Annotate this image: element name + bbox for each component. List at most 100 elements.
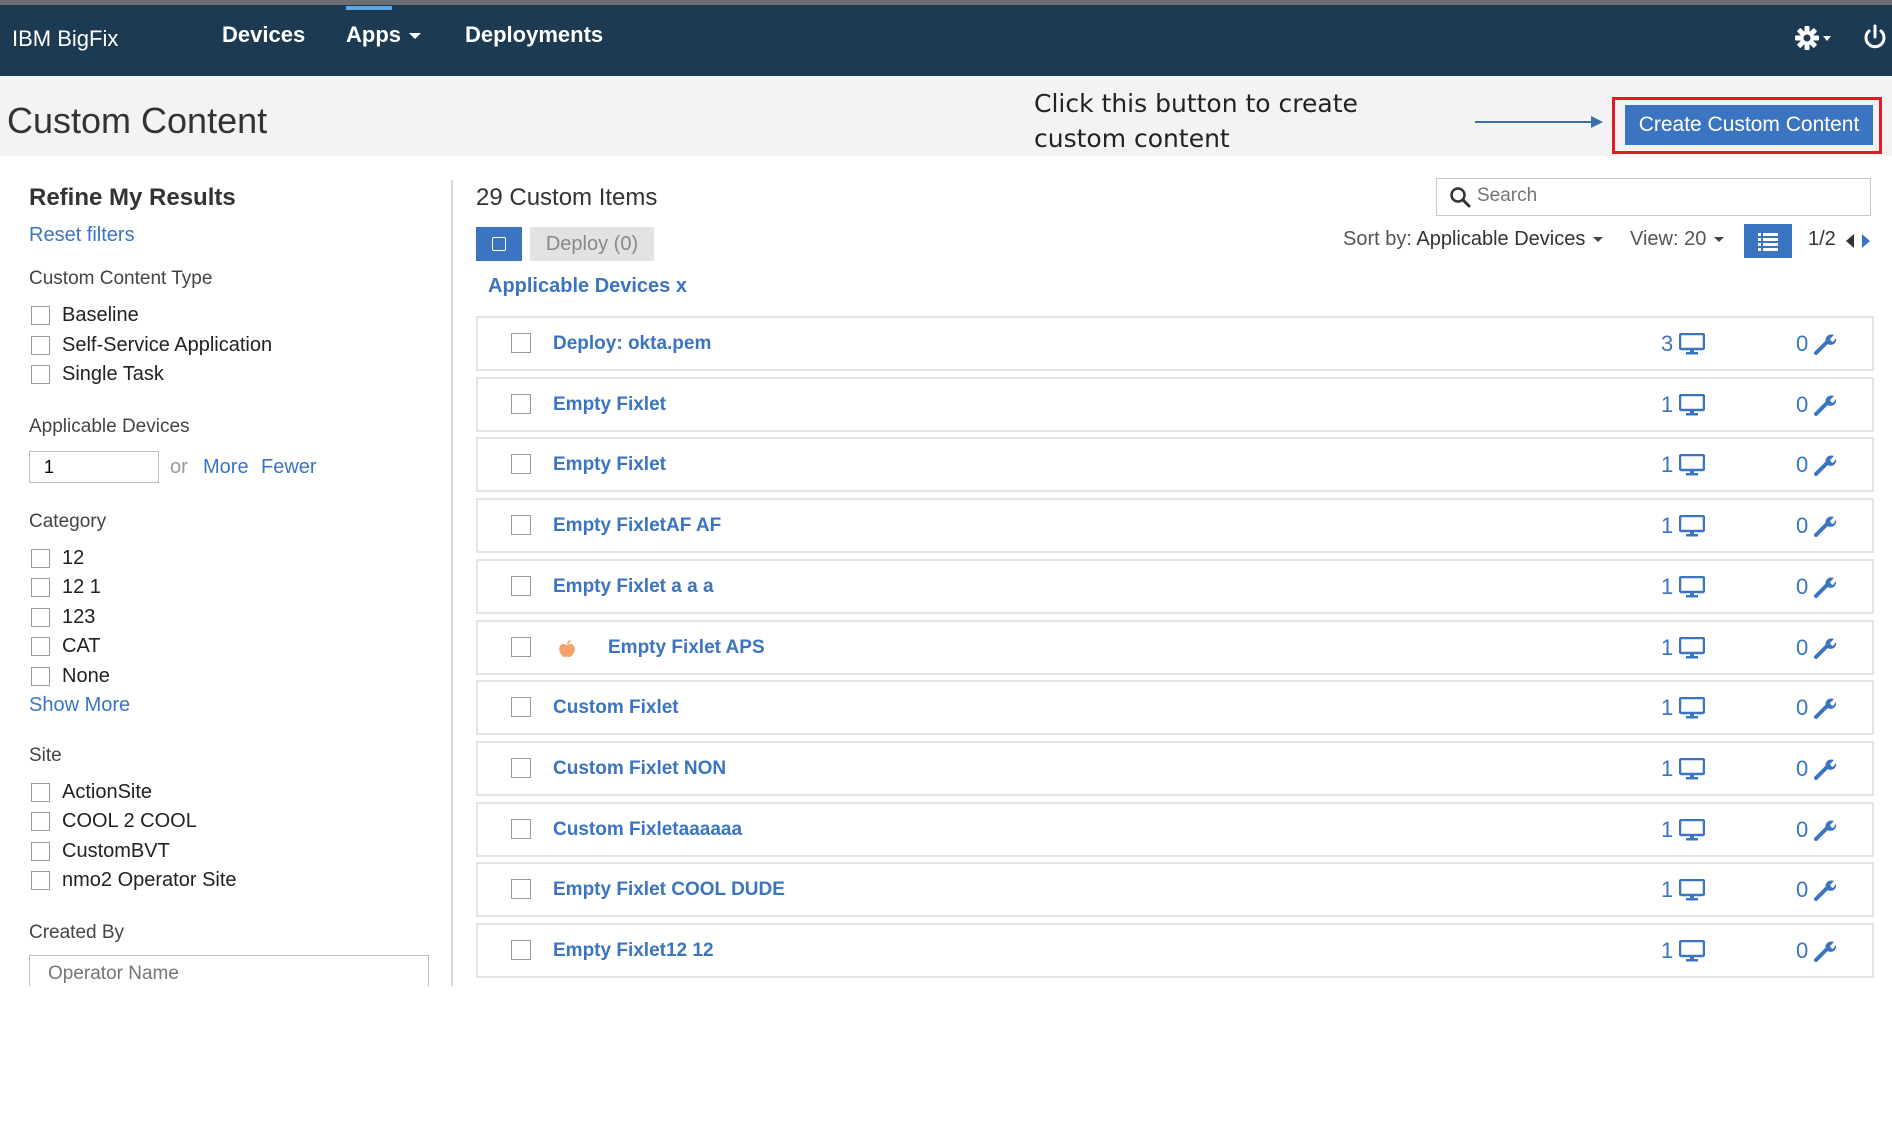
item-name-link[interactable]: Deploy: okta.pem: [553, 333, 711, 355]
checkbox[interactable]: [31, 607, 50, 627]
applicable-devices-count[interactable]: 1: [1661, 817, 1706, 843]
row-checkbox[interactable]: [511, 940, 531, 960]
logout-button[interactable]: [1862, 24, 1888, 57]
filter-option-single-task[interactable]: Single Task: [31, 361, 164, 387]
item-name-link[interactable]: Empty Fixlet COOL DUDE: [553, 879, 785, 901]
checkbox[interactable]: [31, 870, 50, 890]
row-checkbox[interactable]: [511, 697, 531, 718]
table-row[interactable]: Custom Fixletaaaaaa 1 0: [476, 801, 1874, 857]
open-actions-count[interactable]: 0: [1796, 574, 1837, 600]
checkbox[interactable]: [31, 577, 50, 597]
select-all-button[interactable]: [476, 227, 522, 261]
checkbox[interactable]: [31, 782, 50, 802]
checkbox[interactable]: [31, 636, 50, 656]
fewer-link[interactable]: Fewer: [261, 456, 317, 479]
table-row[interactable]: Custom Fixlet 1 0: [476, 680, 1874, 736]
table-row[interactable]: Empty Fixlet APS 1 0: [476, 619, 1874, 675]
applicable-devices-input[interactable]: [29, 451, 159, 483]
checkbox[interactable]: [31, 811, 50, 831]
table-row[interactable]: Empty Fixlet COOL DUDE 1 0: [476, 862, 1874, 918]
actions-count: 0: [1796, 938, 1809, 963]
checkbox[interactable]: [31, 841, 50, 861]
table-row[interactable]: Deploy: okta.pem 3 0: [476, 316, 1874, 371]
filter-option-site-nmo2[interactable]: nmo2 Operator Site: [31, 867, 237, 893]
open-actions-count[interactable]: 0: [1796, 392, 1837, 418]
open-actions-count[interactable]: 0: [1796, 635, 1837, 661]
table-row[interactable]: Empty FixletAF AF 1 0: [476, 498, 1874, 554]
row-checkbox[interactable]: [511, 333, 531, 353]
more-link[interactable]: More: [203, 456, 249, 479]
filter-option-category-none[interactable]: None: [31, 663, 110, 689]
item-name-link[interactable]: Custom Fixletaaaaaa: [553, 819, 742, 841]
item-name-link[interactable]: Empty Fixlet12 12: [553, 940, 714, 962]
row-checkbox[interactable]: [511, 757, 531, 778]
deploy-button[interactable]: Deploy (0): [530, 227, 654, 261]
row-checkbox[interactable]: [511, 575, 531, 596]
row-checkbox[interactable]: [511, 393, 531, 414]
item-name-link[interactable]: Empty FixletAF AF: [553, 515, 721, 537]
filter-option-category-12[interactable]: 12: [31, 545, 84, 571]
view-count-dropdown[interactable]: View: 20: [1630, 228, 1725, 251]
open-actions-count[interactable]: 0: [1796, 877, 1837, 903]
show-more-link[interactable]: Show More: [29, 694, 130, 717]
filter-option-self-service[interactable]: Self-Service Application: [31, 332, 272, 358]
applicable-devices-count[interactable]: 1: [1661, 513, 1706, 539]
filter-option-category-12-1[interactable]: 12 1: [31, 574, 101, 600]
filter-option-site-actionsite[interactable]: ActionSite: [31, 779, 152, 805]
row-checkbox[interactable]: [511, 879, 531, 900]
table-row[interactable]: Empty Fixlet a a a 1 0: [476, 558, 1874, 614]
open-actions-count[interactable]: 0: [1796, 695, 1837, 721]
table-row[interactable]: Empty Fixlet 1 0: [476, 437, 1874, 493]
item-name-link[interactable]: Custom Fixlet: [553, 697, 679, 719]
nav-devices[interactable]: Devices: [222, 22, 305, 48]
applicable-devices-count[interactable]: 1: [1661, 938, 1706, 964]
sort-dropdown[interactable]: Sort by: Applicable Devices: [1343, 228, 1604, 251]
checkbox[interactable]: [31, 335, 50, 355]
row-checkbox[interactable]: [511, 454, 531, 475]
chevron-left-icon[interactable]: [1844, 233, 1856, 249]
checkbox[interactable]: [31, 666, 50, 686]
open-actions-count[interactable]: 0: [1796, 513, 1837, 539]
active-filter-chip[interactable]: Applicable Devices x: [488, 275, 687, 298]
settings-menu[interactable]: [1794, 24, 1834, 57]
open-actions-count[interactable]: 0: [1796, 756, 1837, 782]
applicable-devices-count[interactable]: 1: [1661, 392, 1706, 418]
applicable-devices-count[interactable]: 1: [1661, 695, 1706, 721]
filter-option-category-123[interactable]: 123: [31, 604, 95, 630]
open-actions-count[interactable]: 0: [1796, 331, 1837, 357]
open-actions-count[interactable]: 0: [1796, 938, 1837, 964]
applicable-devices-count[interactable]: 1: [1661, 574, 1706, 600]
table-row[interactable]: Empty Fixlet12 12 1 0: [476, 923, 1874, 978]
applicable-devices-count[interactable]: 1: [1661, 635, 1706, 661]
applicable-devices-count[interactable]: 3: [1661, 331, 1706, 357]
table-row[interactable]: Empty Fixlet 1 0: [476, 376, 1874, 432]
applicable-devices-count[interactable]: 1: [1661, 452, 1706, 478]
item-name-link[interactable]: Empty Fixlet a a a: [553, 576, 714, 598]
nav-deployments[interactable]: Deployments: [465, 22, 603, 48]
item-name-link[interactable]: Empty Fixlet: [553, 454, 666, 476]
row-checkbox[interactable]: [511, 515, 531, 536]
create-custom-content-button[interactable]: Create Custom Content: [1625, 105, 1873, 145]
row-checkbox[interactable]: [511, 636, 531, 657]
search-input[interactable]: [1477, 181, 1862, 211]
table-row[interactable]: Custom Fixlet NON 1 0: [476, 740, 1874, 796]
checkbox[interactable]: [31, 305, 50, 325]
row-checkbox[interactable]: [511, 818, 531, 839]
item-name-link[interactable]: Empty Fixlet: [553, 394, 666, 416]
applicable-devices-count[interactable]: 1: [1661, 877, 1706, 903]
nav-apps[interactable]: Apps: [346, 22, 421, 48]
filter-option-baseline[interactable]: Baseline: [31, 302, 139, 328]
filter-option-site-custombvt[interactable]: CustomBVT: [31, 838, 170, 864]
chevron-right-icon[interactable]: [1860, 233, 1872, 249]
filter-option-category-cat[interactable]: CAT: [31, 633, 101, 659]
open-actions-count[interactable]: 0: [1796, 817, 1837, 843]
list-view-button[interactable]: [1744, 224, 1792, 258]
reset-filters-link[interactable]: Reset filters: [29, 224, 135, 247]
item-name-link[interactable]: Custom Fixlet NON: [553, 758, 726, 780]
applicable-devices-count[interactable]: 1: [1661, 756, 1706, 782]
checkbox[interactable]: [31, 548, 50, 568]
checkbox[interactable]: [31, 364, 50, 384]
filter-option-site-cool[interactable]: COOL 2 COOL: [31, 808, 197, 834]
item-name-link[interactable]: Empty Fixlet APS: [608, 637, 765, 659]
open-actions-count[interactable]: 0: [1796, 452, 1837, 478]
